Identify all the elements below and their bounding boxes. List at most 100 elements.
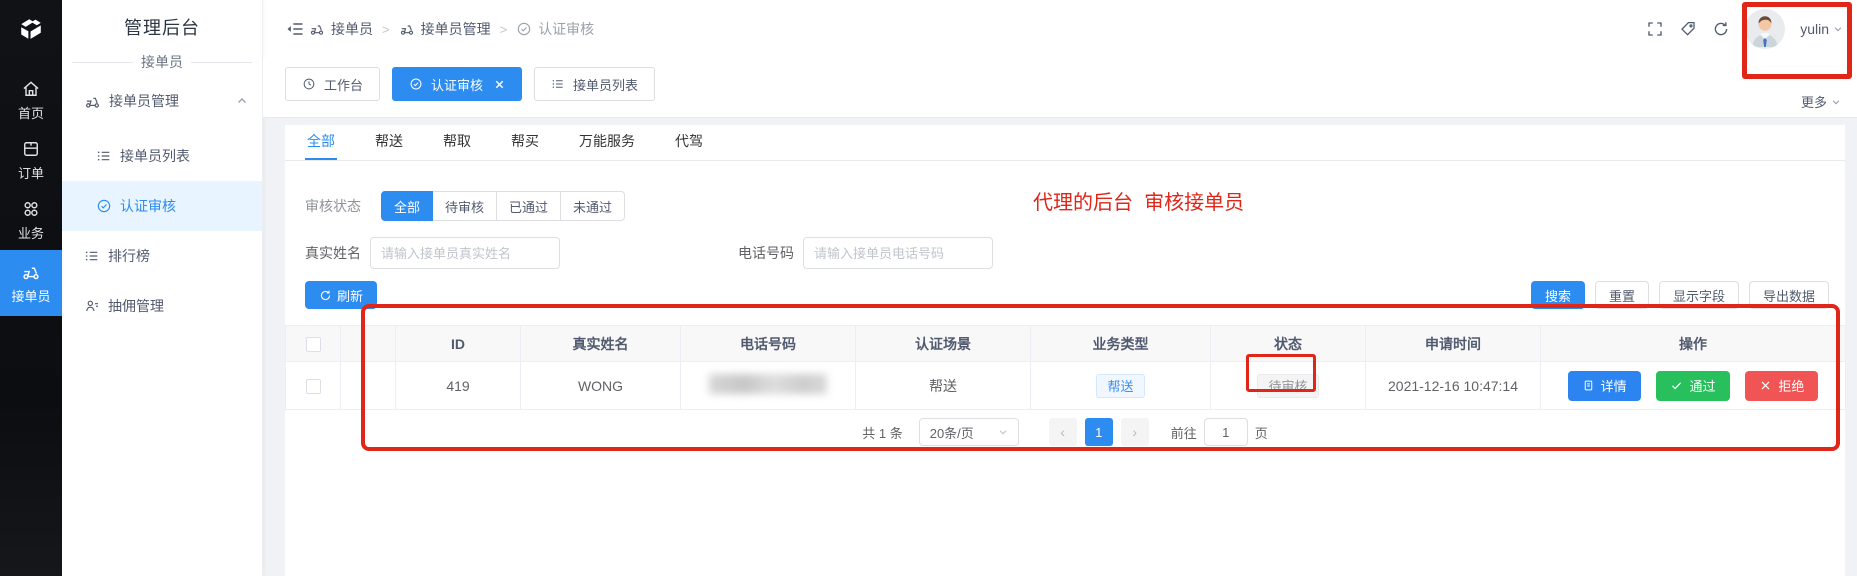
breadcrumb-courier-management[interactable]: 接单员管理 (399, 19, 491, 39)
scene-tab-buy[interactable]: 帮买 (509, 125, 541, 160)
goto-page-input[interactable] (1204, 418, 1248, 446)
sidebar-item-ranking[interactable]: 排行榜 (62, 231, 262, 281)
approve-label: 通过 (1689, 376, 1715, 395)
reject-button[interactable]: 拒绝 (1745, 371, 1818, 401)
username-label: yulin (1800, 21, 1829, 37)
scene-tab-all[interactable]: 全部 (305, 125, 337, 160)
row-checkbox-cell (286, 362, 341, 410)
scene-tab-pickup[interactable]: 帮取 (441, 125, 473, 160)
status-tag: 待审核 (1257, 374, 1318, 398)
column-status: 状态 (1211, 326, 1366, 362)
prev-page-button[interactable]: ‹ (1049, 418, 1077, 446)
tab-workbench[interactable]: 工作台 (285, 67, 380, 101)
home-icon (21, 79, 41, 99)
sidebar-item-label: 抽佣管理 (108, 296, 164, 316)
column-biz-type: 业务类型 (1031, 326, 1211, 362)
list-icon (84, 248, 100, 264)
content-area: 全部 帮送 帮取 帮买 万能服务 代驾 审核状态 全部 待审核 已通过 未通过 (263, 118, 1857, 576)
sidebar-item-courier-list[interactable]: 接单员列表 (62, 131, 262, 181)
row-expand-cell (341, 362, 396, 410)
refresh-icon[interactable] (1712, 20, 1730, 38)
cell-status: 待审核 (1211, 362, 1366, 410)
check-circle-icon (96, 198, 112, 214)
review-table: ID 真实姓名 电话号码 认证场景 业务类型 状态 申请时间 操作 (285, 325, 1846, 410)
check-circle-icon (409, 77, 423, 91)
chevron-up-icon (236, 95, 248, 107)
more-dropdown[interactable]: 更多 (1801, 92, 1841, 111)
status-option-pending[interactable]: 待审核 (432, 191, 497, 221)
tab-label: 认证审核 (431, 75, 483, 94)
rail-item-couriers[interactable]: 接单员 (0, 250, 62, 316)
breadcrumb-label: 接单员管理 (421, 19, 491, 39)
scene-tab-driving[interactable]: 代驾 (673, 125, 705, 160)
tab-cert-review[interactable]: 认证审核 (392, 67, 522, 101)
table-row: 419 WONG 帮送 帮送 待审核 2021-12-16 10:47:14 详… (286, 362, 1846, 410)
fullscreen-icon[interactable] (1646, 20, 1664, 38)
user-menu[interactable]: yulin (1800, 21, 1843, 37)
rail-item-orders[interactable]: 订单 (0, 130, 62, 190)
sidebar-collapse-icon[interactable] (285, 19, 305, 39)
detail-button[interactable]: 详情 (1568, 371, 1641, 401)
name-input[interactable] (370, 237, 560, 269)
app-window: 首页 订单 业务 接单员 管理后台 接单员 接单员管理 (0, 0, 1857, 576)
page-size-select[interactable]: 20条/页 (919, 418, 1019, 446)
select-all-checkbox[interactable] (306, 337, 321, 352)
pagination: 共 1 条 20条/页 ‹ 1 › 前往 页 (285, 418, 1845, 446)
sidebar-item-label: 排行榜 (108, 246, 150, 266)
scene-tabs: 全部 帮送 帮取 帮买 万能服务 代驾 (285, 125, 1845, 161)
tab-courier-list[interactable]: 接单员列表 (534, 67, 655, 101)
rail-item-home[interactable]: 首页 (0, 70, 62, 130)
header-tools: yulin (1646, 9, 1843, 49)
scooter-icon (84, 93, 101, 110)
sidebar-item-commission[interactable]: 抽佣管理 (62, 281, 262, 331)
chevron-down-icon (998, 427, 1008, 437)
scene-tab-universal[interactable]: 万能服务 (577, 125, 637, 160)
cell-scene: 帮送 (856, 362, 1031, 410)
scene-tab-delivery[interactable]: 帮送 (373, 125, 405, 160)
status-filter-row: 审核状态 全部 待审核 已通过 未通过 (285, 191, 1845, 221)
phone-input[interactable] (803, 237, 993, 269)
show-fields-button[interactable]: 显示字段 (1659, 281, 1739, 309)
rail-items: 首页 订单 业务 接单员 (0, 58, 62, 316)
column-id: ID (396, 326, 521, 362)
refresh-label: 刷新 (337, 286, 363, 305)
close-icon[interactable] (494, 79, 505, 90)
avatar-image (1745, 9, 1785, 49)
export-button[interactable]: 导出数据 (1749, 281, 1829, 309)
search-button[interactable]: 搜索 (1531, 281, 1585, 309)
refresh-button[interactable]: 刷新 (305, 281, 377, 309)
cell-apply-time: 2021-12-16 10:47:14 (1366, 362, 1541, 410)
breadcrumb-separator: > (500, 22, 508, 37)
page-number-1[interactable]: 1 (1085, 418, 1113, 446)
theme-tag-icon[interactable] (1679, 20, 1697, 38)
user-avatar[interactable] (1745, 9, 1785, 49)
logo-icon (15, 13, 47, 45)
approve-button[interactable]: 通过 (1656, 371, 1729, 401)
breadcrumb-couriers[interactable]: 接单员 (309, 19, 373, 39)
goto-page-group: 前往 页 (1171, 418, 1268, 446)
goto-unit: 页 (1255, 423, 1268, 442)
goto-label: 前往 (1171, 423, 1197, 442)
reset-button[interactable]: 重置 (1595, 281, 1649, 309)
cell-phone (681, 362, 856, 410)
column-scene: 认证场景 (856, 326, 1031, 362)
status-option-rejected[interactable]: 未通过 (560, 191, 625, 221)
status-option-approved[interactable]: 已通过 (496, 191, 561, 221)
chevron-down-icon (1831, 97, 1841, 107)
row-checkbox[interactable] (306, 379, 321, 394)
rail-item-business[interactable]: 业务 (0, 190, 62, 250)
content-card: 全部 帮送 帮取 帮买 万能服务 代驾 审核状态 全部 待审核 已通过 未通过 (285, 125, 1845, 576)
search-fields-row: 真实姓名 电话号码 (285, 237, 1845, 269)
column-apply-time: 申请时间 (1366, 326, 1541, 362)
sidebar-item-cert-review[interactable]: 认证审核 (62, 181, 262, 231)
refresh-icon (319, 289, 332, 302)
status-filter-label: 审核状态 (305, 196, 361, 216)
breadcrumb-cert-review: 认证审核 (516, 19, 594, 39)
sidebar-group-courier-management[interactable]: 接单员管理 (62, 78, 262, 124)
rail-item-label: 业务 (18, 223, 44, 242)
next-page-button[interactable]: › (1121, 418, 1149, 446)
cell-biz-type: 帮送 (1031, 362, 1211, 410)
breadcrumb: 接单员 > 接单员管理 > 认证审核 (309, 19, 594, 39)
orders-icon (21, 139, 41, 159)
status-option-all[interactable]: 全部 (381, 191, 433, 221)
